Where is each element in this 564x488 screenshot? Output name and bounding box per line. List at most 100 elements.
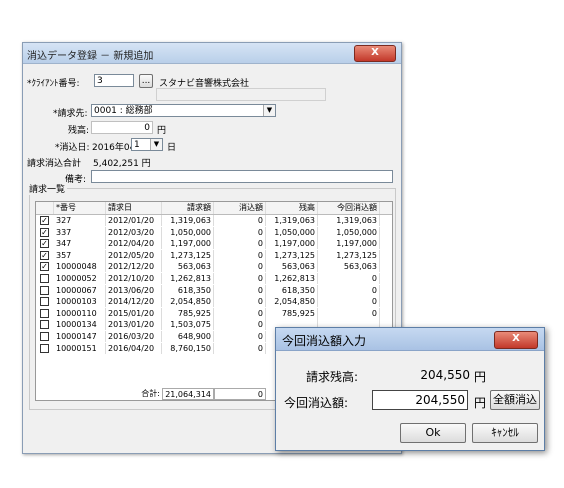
header-number[interactable]: *番号 [54, 202, 106, 214]
cell-no: 347 [54, 238, 106, 250]
cell-current: 1,050,000 [318, 226, 380, 238]
ok-button[interactable]: Ok [400, 423, 466, 443]
cell-cleared: 0 [214, 238, 266, 250]
cell-no: 10000067 [54, 284, 106, 296]
cell-billed: 648,900 [162, 331, 214, 342]
dialog-close-button[interactable]: X [494, 331, 538, 349]
table-row[interactable]: 10000067 2013/06/20 618,350 0 618,350 0 [36, 284, 392, 297]
cell-cleared: 0 [214, 331, 266, 342]
cell-billed: 1,262,813 [162, 273, 214, 284]
table-row[interactable]: ✓ 357 2012/05/20 1,273,125 0 1,273,125 1,273,1… [36, 249, 392, 262]
row-checkbox[interactable] [40, 343, 49, 353]
row-checkbox[interactable] [40, 308, 49, 318]
cell-date: 2012/12/20 [106, 261, 162, 273]
grid-header: *番号 請求日 請求額 消込額 残高 今回消込額 [36, 202, 392, 215]
cell-current: 563,063 [318, 261, 380, 273]
header-balance[interactable]: 残高 [266, 202, 318, 214]
date-day-select[interactable]: 1 ▼ [131, 138, 163, 151]
invoice-group-label: 請求一覧 [27, 182, 68, 195]
total-billed: 21,064,314 [162, 388, 214, 400]
full-clear-button[interactable]: 全額消込 [490, 390, 540, 410]
billto-label: *請求先: [53, 109, 88, 119]
cell-no: 357 [54, 249, 106, 261]
row-checkbox[interactable]: ✓ [40, 239, 49, 249]
row-checkbox[interactable] [40, 320, 49, 330]
dialog-title: 今回消込額入力 [282, 334, 367, 348]
cell-date: 2012/04/20 [106, 238, 162, 250]
date-suffix: 日 [167, 143, 177, 153]
table-row[interactable]: 10000052 2012/10/20 1,262,813 0 1,262,813 0 [36, 273, 392, 285]
dialog-title-bar: 今回消込額入力 X [276, 328, 544, 351]
date-label: *消込日: [55, 143, 90, 153]
cell-cleared: 0 [214, 307, 266, 319]
cell-current: 0 [318, 307, 380, 319]
cell-billed: 563,063 [162, 261, 214, 273]
window-close-button[interactable]: X [354, 45, 396, 62]
table-row[interactable]: 10000110 2015/01/20 785,925 0 785,925 0 [36, 307, 392, 320]
client-browse-button[interactable]: ... [139, 74, 153, 88]
amount-unit: 円 [474, 396, 487, 410]
cell-date: 2013/01/20 [106, 319, 162, 331]
row-checkbox[interactable]: ✓ [40, 227, 49, 237]
cell-date: 2014/12/20 [106, 296, 162, 308]
table-row[interactable]: ✓ 347 2012/04/20 1,197,000 0 1,197,000 1,197,0… [36, 238, 392, 250]
cell-date: 2016/04/20 [106, 342, 162, 354]
client-label: *ｸﾗｲｱﾝﾄ番号: [27, 79, 80, 89]
cell-cleared: 0 [214, 226, 266, 238]
cell-balance: 618,350 [266, 284, 318, 296]
row-checkbox[interactable] [40, 274, 49, 283]
amount-input[interactable]: 204,550 [372, 390, 468, 410]
row-checkbox[interactable]: ✓ [40, 250, 49, 260]
title-bar: 消込データ登録 － 新規追加 X [23, 43, 401, 64]
note-input[interactable] [91, 170, 393, 183]
cancel-button[interactable]: ｷｬﾝｾﾙ [472, 423, 538, 443]
balance-unit: 円 [157, 126, 167, 136]
header-current[interactable]: 今回消込額 [318, 202, 380, 214]
billto-select[interactable]: 0001 : 総務部 ▼ [91, 104, 276, 117]
amount-label: 今回消込額: [284, 396, 349, 410]
cell-no: 10000110 [54, 307, 106, 319]
row-checkbox[interactable]: ✓ [40, 262, 49, 272]
cell-date: 2012/10/20 [106, 273, 162, 284]
cell-current: 0 [318, 273, 380, 284]
row-checkbox[interactable] [40, 297, 49, 307]
header-billed[interactable]: 請求額 [162, 202, 214, 214]
note-label: 備考: [65, 175, 87, 185]
header-date[interactable]: 請求日 [106, 202, 162, 214]
balance-field: 0 [91, 121, 153, 134]
table-row[interactable]: ✓ 10000048 2012/12/20 563,063 0 563,063 563,06… [36, 261, 392, 273]
header-check [36, 202, 54, 214]
cell-billed: 1,503,075 [162, 319, 214, 331]
cell-balance: 1,262,813 [266, 273, 318, 284]
chevron-down-icon[interactable]: ▼ [263, 105, 275, 116]
row-checkbox[interactable]: ✓ [40, 216, 49, 225]
cell-date: 2012/01/20 [106, 215, 162, 226]
chevron-down-icon[interactable]: ▼ [150, 139, 162, 150]
cell-billed: 1,319,063 [162, 215, 214, 226]
table-row[interactable]: 10000103 2014/12/20 2,054,850 0 2,054,850 0 [36, 296, 392, 308]
balance-label: 残高: [68, 126, 90, 136]
table-row[interactable]: ✓ 327 2012/01/20 1,319,063 0 1,319,063 1,319,0… [36, 215, 392, 227]
row-checkbox[interactable] [40, 332, 49, 341]
total-row-label: 合計: [141, 389, 160, 398]
cell-date: 2013/06/20 [106, 284, 162, 296]
cell-balance: 563,063 [266, 261, 318, 273]
cell-cleared: 0 [214, 296, 266, 308]
cell-billed: 785,925 [162, 307, 214, 319]
client-number-input[interactable]: 3 [94, 74, 134, 87]
cell-date: 2016/03/20 [106, 331, 162, 342]
cell-cleared: 0 [214, 319, 266, 331]
cell-cleared: 0 [214, 215, 266, 226]
cell-no: 10000048 [54, 261, 106, 273]
row-checkbox[interactable] [40, 285, 49, 295]
cell-balance: 1,197,000 [266, 238, 318, 250]
amount-dialog: 今回消込額入力 X 請求残高: 204,550 円 今回消込額: 204,550… [275, 327, 545, 451]
cell-date: 2015/01/20 [106, 307, 162, 319]
table-row[interactable]: ✓ 337 2012/03/20 1,050,000 0 1,050,000 1,050,0… [36, 226, 392, 239]
cell-current: 1,273,125 [318, 249, 380, 261]
header-cleared[interactable]: 消込額 [214, 202, 266, 214]
cell-current: 0 [318, 284, 380, 296]
window-title: 消込データ登録 － 新規追加 [27, 51, 154, 62]
date-day-value: 1 [134, 140, 140, 150]
cell-balance: 2,054,850 [266, 296, 318, 308]
